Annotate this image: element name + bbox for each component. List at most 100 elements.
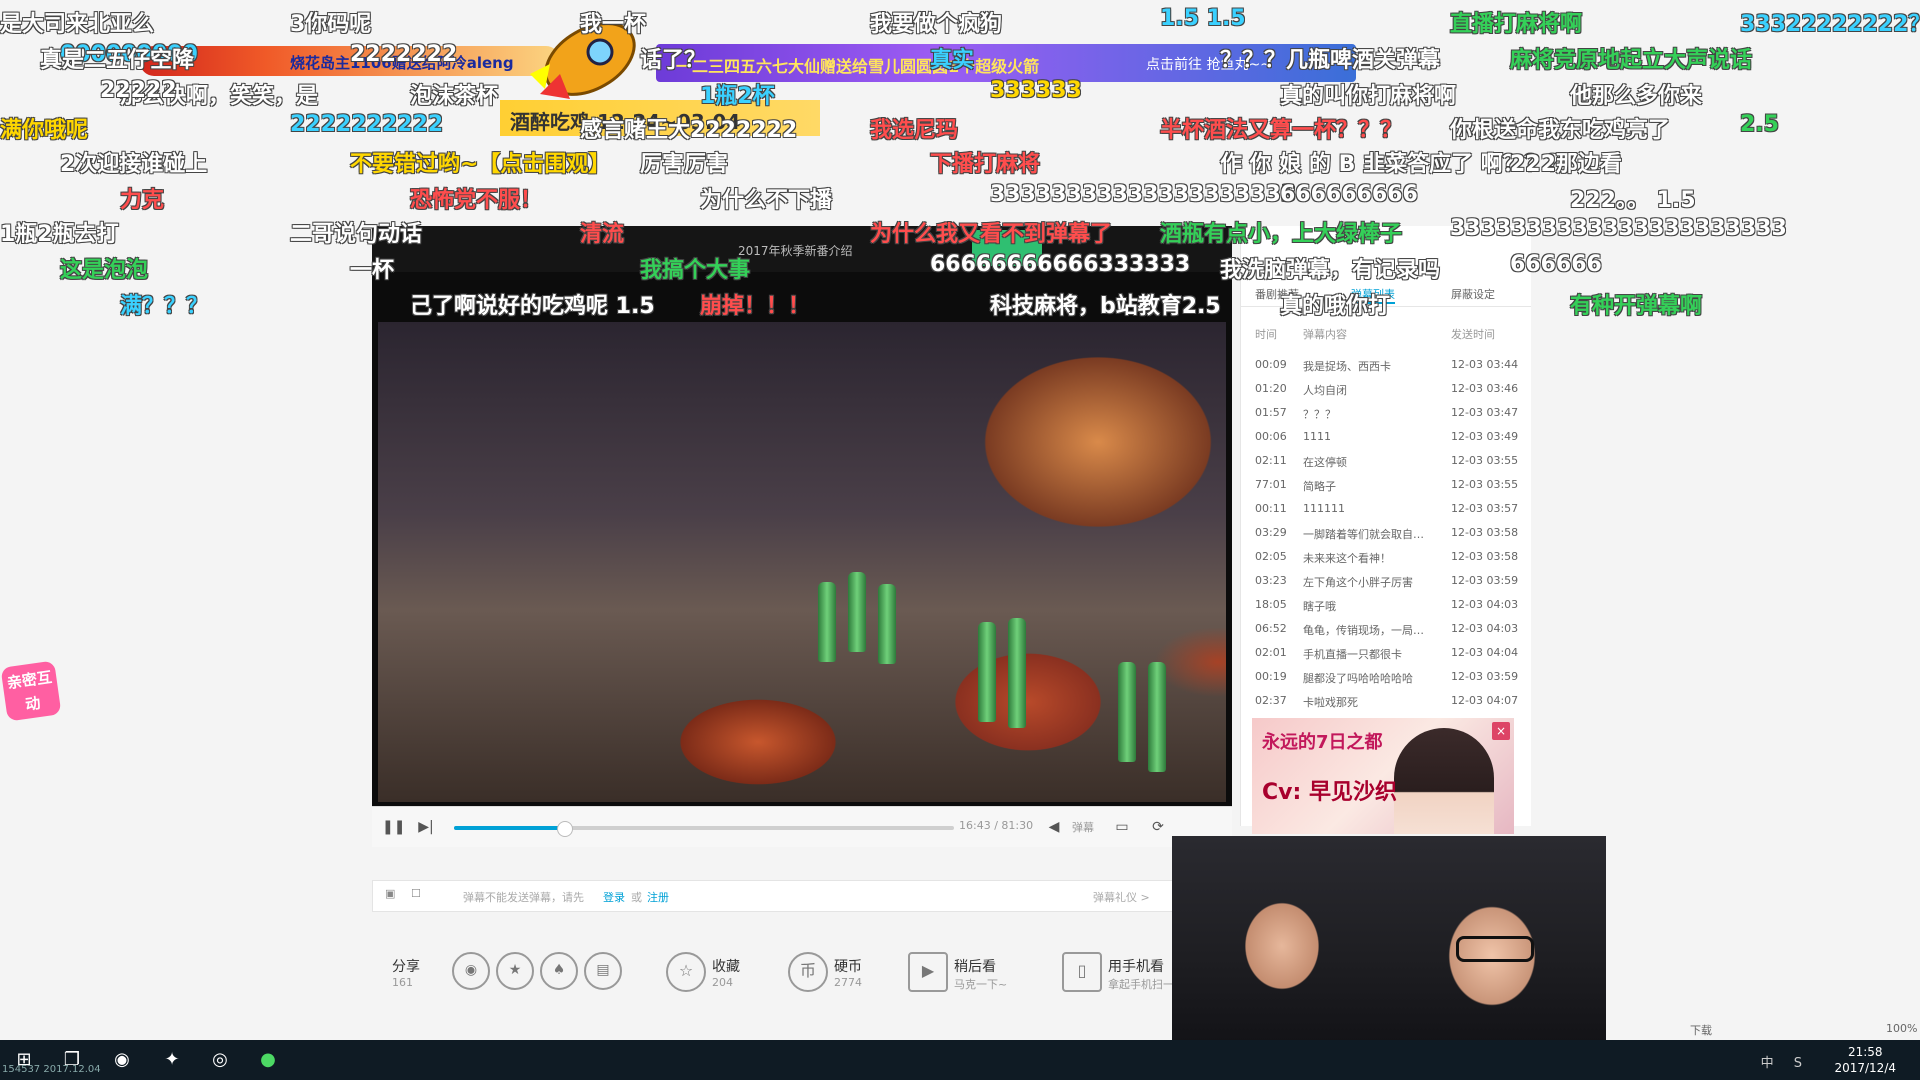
progress-handle[interactable] — [557, 821, 573, 837]
danmaku-toggle[interactable]: 弹幕 — [1072, 819, 1094, 835]
tieba-icon[interactable]: ▤ — [584, 952, 622, 990]
promo-text[interactable]: 2017年秋季新番介绍 — [738, 242, 853, 259]
system-tray[interactable]: 中 S — [1761, 1052, 1810, 1071]
qq-icon[interactable]: ♠ — [540, 952, 578, 990]
danmaku-list-row[interactable]: 18:05 瞎子哦 12-03 04:03 — [1255, 594, 1525, 618]
row-sent-time: 12-03 03:55 — [1451, 454, 1519, 467]
game-ad[interactable]: 永远的7日之都 Cv: 早见沙织 × — [1252, 718, 1514, 834]
row-sent-time: 12-03 04:04 — [1451, 646, 1519, 659]
video-actions: 分享 161 ◉ ★ ♠ ▤ ☆ 收藏 204 币 硬币 2774 ▶ 稍后看 … — [372, 940, 1232, 1020]
row-time: 18:05 — [1255, 598, 1287, 611]
danmaku-comment: 崩掉！！！ — [700, 294, 811, 319]
header-content[interactable]: 弹幕内容 — [1303, 326, 1347, 342]
danmaku-comment: 333333 — [990, 78, 1082, 103]
live-interaction-badge[interactable]: 亲密互动 — [0, 660, 62, 722]
close-icon[interactable]: × — [1492, 722, 1510, 740]
watch-later-label: 稍后看 — [954, 959, 996, 975]
row-time: 03:29 — [1255, 526, 1287, 539]
danmaku-list-row[interactable]: 77:01 简略子 12-03 03:55 — [1255, 474, 1525, 498]
danmaku-list-row[interactable]: 01:20 人均自闭 12-03 03:46 — [1255, 378, 1525, 402]
share-label: 分享 — [392, 959, 420, 975]
row-time: 00:06 — [1255, 430, 1287, 443]
browser-icon[interactable]: ● — [256, 1048, 280, 1072]
row-content: 龟龟，传销现场，一局… — [1303, 624, 1424, 637]
bottle — [1118, 662, 1136, 762]
steam-icon[interactable]: ✦ — [160, 1048, 184, 1072]
weibo-icon[interactable]: ◉ — [452, 952, 490, 990]
app-icon[interactable]: ◉ — [110, 1048, 134, 1072]
danmaku-list-row[interactable]: 00:06 1111 12-03 03:49 — [1255, 426, 1525, 450]
row-time: 00:19 — [1255, 670, 1287, 683]
row-sent-time: 12-03 03:55 — [1451, 478, 1519, 491]
clock[interactable]: 21:58 2017/12/4 — [1834, 1044, 1896, 1076]
row-time: 03:23 — [1255, 574, 1287, 587]
row-content: 卡啦戏那死 — [1303, 696, 1358, 709]
video-frame[interactable] — [378, 322, 1226, 802]
bottle — [848, 572, 866, 652]
pause-icon[interactable]: ❚❚ — [382, 817, 405, 837]
bottle — [818, 582, 836, 662]
login-link[interactable]: 登录 — [603, 889, 625, 905]
next-icon[interactable]: ▶| — [416, 817, 436, 837]
coin-label: 硬币 — [834, 959, 862, 975]
row-content: 我是捉场、西西卡 — [1303, 360, 1391, 373]
danmaku-list-row[interactable]: 02:37 卡啦戏那死 12-03 04:07 — [1255, 690, 1525, 714]
register-link[interactable]: 注册 — [647, 889, 669, 905]
volume-icon[interactable]: ◀ — [1044, 817, 1064, 837]
row-time: 06:52 — [1255, 622, 1287, 635]
tab-block-settings[interactable]: 屏蔽设定 — [1451, 286, 1495, 302]
player-controls: ❚❚ ▶| 16:43 / 81:30 ◀ 弹幕 ▭ ⟳ — [372, 806, 1232, 847]
row-content: 在这停顿 — [1303, 456, 1347, 469]
danmaku-list-row[interactable]: 03:29 一脚踏着等们就会取自… 12-03 03:58 — [1255, 522, 1525, 546]
danmaku-list-row[interactable]: 02:05 未来来这个看神！ 12-03 03:58 — [1255, 546, 1525, 570]
danmaku-list-row[interactable]: 00:19 腿都没了吗哈哈哈哈哈 12-03 03:59 — [1255, 666, 1525, 690]
download-label[interactable]: 下载 — [1690, 1022, 1712, 1038]
danmaku-comment: 下播打麻将 — [930, 152, 1041, 177]
star-icon: ☆ — [666, 952, 706, 992]
danmaku-list-row[interactable]: 01:57 ？？？ 12-03 03:47 — [1255, 402, 1525, 426]
row-content: 左下角这个小胖子厉害 — [1303, 576, 1413, 589]
header-time[interactable]: 时间 — [1255, 326, 1277, 342]
zoom-level[interactable]: 100% — [1886, 1022, 1917, 1035]
qzone-icon[interactable]: ★ — [496, 952, 534, 990]
danmaku-comment: 为什么我又看不到弹幕了 — [870, 222, 1113, 247]
row-time: 02:11 — [1255, 454, 1287, 467]
danmaku-comment: 3333333333333333333333 — [1450, 216, 1787, 241]
danmaku-comment: 清流 — [580, 222, 625, 247]
progress-bar[interactable] — [454, 821, 954, 837]
taskbar: ⊞ ❐ ◉ ✦ ◎ ● 154537 2017.12.04 中 S 21:58 … — [0, 1040, 1920, 1080]
danmaku-icon[interactable]: ▣ — [385, 887, 395, 900]
danmaku-comment: 为什么不下播 — [700, 188, 833, 213]
row-content: 手机直播一只都很卡 — [1303, 648, 1402, 661]
bottle — [1008, 618, 1026, 728]
clock-date: 2017/12/4 — [1834, 1061, 1896, 1075]
danmaku-etiquette-link[interactable]: 弹幕礼仪 > — [1093, 889, 1150, 905]
danmaku-comment: 他那么多你来 — [1570, 84, 1703, 109]
header-sent-time[interactable]: 发送时间 — [1451, 326, 1495, 342]
danmaku-list-row[interactable]: 00:11 111111 12-03 03:57 — [1255, 498, 1525, 522]
browser-status-bar: 下载 100% — [1600, 1018, 1920, 1040]
widescreen-icon[interactable]: ▭ — [1112, 817, 1132, 837]
ad-cv-text: Cv: 早见沙织 — [1262, 780, 1397, 805]
danmaku-comment: 满你哦呢 — [0, 118, 89, 143]
glasses — [1456, 936, 1534, 962]
danmaku-list-row[interactable]: 02:11 在这停顿 12-03 03:55 — [1255, 450, 1525, 474]
bottle — [978, 622, 996, 722]
danmaku-settings-icon[interactable]: ☐ — [411, 887, 421, 900]
danmaku-comment: 半杯酒法又算一杯？？？ — [1160, 118, 1403, 143]
danmaku-list-row[interactable]: 03:23 左下角这个小胖子厉害 12-03 03:59 — [1255, 570, 1525, 594]
danmaku-list-row[interactable]: 02:01 手机直播一只都很卡 12-03 04:04 — [1255, 642, 1525, 666]
danmaku-comment: 222那边看 — [1510, 152, 1622, 177]
danmaku-list-row[interactable]: 06:52 龟龟，传销现场，一局… 12-03 04:03 — [1255, 618, 1525, 642]
danmaku-list-row[interactable]: 00:09 我是捉场、西西卡 12-03 03:44 — [1255, 354, 1525, 378]
danmaku-comment: 222。。 1.5 — [1570, 188, 1696, 213]
obs-icon[interactable]: ◎ — [208, 1048, 232, 1072]
row-time: 01:57 — [1255, 406, 1287, 419]
favorite-label: 收藏 — [712, 959, 740, 975]
danmaku-comment: 直播打麻将啊 — [1450, 12, 1583, 37]
loop-icon[interactable]: ⟳ — [1148, 817, 1168, 837]
danmaku-comment: 有种开弹幕啊 — [1570, 294, 1703, 319]
favorite-count: 204 — [712, 976, 733, 989]
row-sent-time: 12-03 03:59 — [1451, 574, 1519, 587]
row-sent-time: 12-03 03:49 — [1451, 430, 1519, 443]
